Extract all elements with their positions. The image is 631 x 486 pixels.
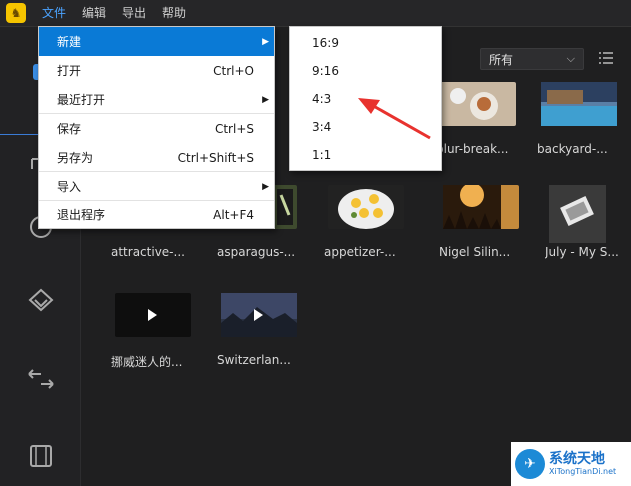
watermark-logo-icon: ✈: [515, 449, 545, 479]
watermark-title: 系统天地: [549, 451, 605, 467]
watermark: ✈ 系统天地 XiTongTianDi.net: [511, 442, 631, 486]
watermark-subtitle: XiTongTianDi.net: [549, 467, 617, 476]
annotation-arrow-icon: [358, 98, 431, 140]
